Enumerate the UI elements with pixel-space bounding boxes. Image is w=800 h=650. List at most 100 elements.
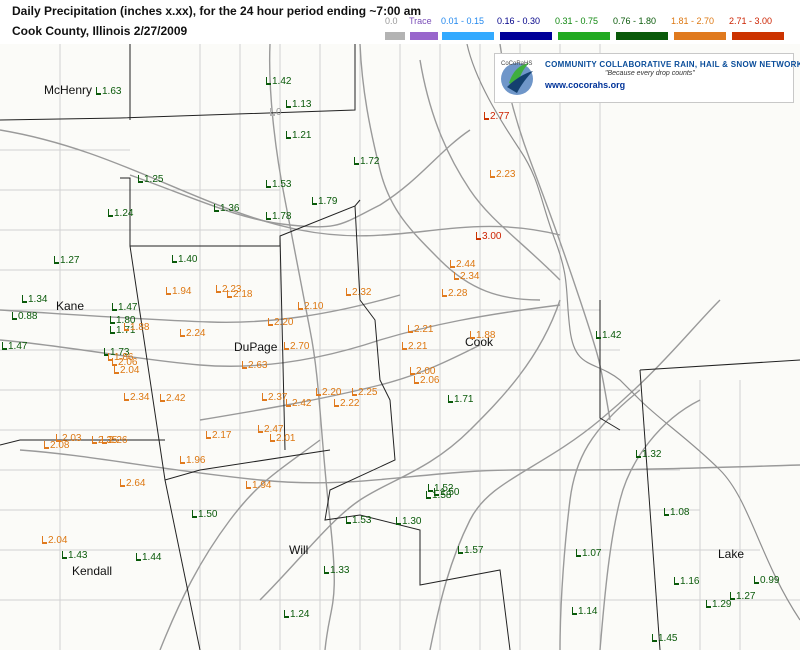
observation-marker[interactable]: 2.21 — [402, 342, 427, 352]
observation-marker[interactable]: 1.14 — [572, 607, 597, 617]
observation-marker[interactable]: 2.34 — [454, 272, 479, 282]
observation-marker[interactable]: 1.07 — [576, 549, 601, 559]
observation-marker[interactable]: 1.79 — [312, 197, 337, 207]
observation-marker[interactable]: 2.24 — [180, 329, 205, 339]
observation-marker[interactable]: 1.08 — [664, 508, 689, 518]
observation-marker[interactable]: 1.36 — [214, 204, 239, 214]
observation-marker[interactable]: 1.24 — [284, 610, 309, 620]
observation-marker[interactable]: 1.43 — [62, 551, 87, 561]
observation-marker[interactable]: 1.21 — [286, 131, 311, 141]
observation-marker[interactable]: 2.01 — [270, 434, 295, 444]
observation-marker[interactable]: 2.21 — [408, 325, 433, 335]
observation-marker[interactable]: 2.42 — [160, 394, 185, 404]
map-header: Daily Precipitation (inches x.xx), for t… — [0, 0, 800, 44]
rain-gauge-flag-icon — [192, 510, 197, 518]
observation-marker[interactable]: 2.10 — [298, 302, 323, 312]
observation-value: 1.32 — [642, 449, 662, 460]
observation-marker[interactable]: 1.53 — [346, 516, 371, 526]
observation-value: 2.10 — [304, 301, 324, 312]
observation-marker[interactable]: 1.96 — [180, 456, 205, 466]
observation-value: 1.24 — [114, 208, 134, 219]
observation-marker[interactable]: 2.18 — [227, 290, 252, 300]
observation-marker[interactable]: 2.20 — [268, 318, 293, 328]
observation-marker[interactable]: 1.88 — [124, 323, 149, 333]
observation-marker[interactable]: 1.45 — [652, 634, 677, 644]
observation-marker[interactable]: 0.88 — [12, 312, 37, 322]
observation-marker[interactable]: 1.47 — [112, 303, 137, 313]
observation-marker[interactable]: 2.08 — [44, 441, 69, 451]
observation-value: 1.88 — [130, 322, 150, 333]
observation-marker[interactable]: 2.37 — [262, 393, 287, 403]
observation-marker[interactable]: 1.33 — [324, 566, 349, 576]
observation-marker[interactable]: 1.88 — [470, 331, 495, 341]
observation-marker[interactable]: 2.63 — [242, 361, 267, 371]
observation-marker[interactable]: 1.42 — [596, 331, 621, 341]
legend-swatch — [732, 32, 784, 40]
observation-marker[interactable]: 2.04 — [114, 366, 139, 376]
observation-marker[interactable]: 2.17 — [206, 431, 231, 441]
observation-marker[interactable]: 1.94 — [166, 287, 191, 297]
observation-marker[interactable]: 2.06 — [414, 376, 439, 386]
observation-marker[interactable]: 2.70 — [284, 342, 309, 352]
observation-value: 2.04 — [48, 535, 68, 546]
observation-marker[interactable]: 2.77 — [484, 112, 509, 122]
rain-gauge-flag-icon — [458, 546, 463, 554]
observation-marker[interactable]: 2.42 — [286, 399, 311, 409]
rain-gauge-flag-icon — [284, 342, 289, 350]
observation-marker[interactable]: 2.44 — [450, 260, 475, 270]
rain-gauge-flag-icon — [172, 255, 177, 263]
observation-value: 2.22 — [340, 398, 360, 409]
observation-marker[interactable]: 1.63 — [96, 87, 121, 97]
observation-value: 1.14 — [578, 606, 598, 617]
observation-marker[interactable]: 2.28 — [442, 289, 467, 299]
observation-marker[interactable]: 2.26 — [102, 436, 127, 446]
observation-marker[interactable]: 2.04 — [42, 536, 67, 546]
observation-marker[interactable]: 1.30 — [396, 517, 421, 527]
observation-marker[interactable]: 1.16 — [674, 577, 699, 587]
observation-marker[interactable]: 1.71 — [448, 395, 473, 405]
observation-marker[interactable]: 1.13 — [286, 100, 311, 110]
rain-gauge-flag-icon — [62, 551, 67, 559]
observation-marker[interactable]: 1.78 — [266, 212, 291, 222]
observation-value: 2.06 — [420, 375, 440, 386]
observation-value: 1.16 — [680, 576, 700, 587]
observation-marker[interactable]: 1.50 — [192, 510, 217, 520]
observation-marker[interactable]: 2.20 — [316, 388, 341, 398]
observation-marker[interactable]: 1.40 — [172, 255, 197, 265]
rain-gauge-flag-icon — [426, 491, 431, 499]
observation-marker[interactable]: 1.94 — [246, 481, 271, 491]
observation-marker[interactable]: 1.57 — [458, 546, 483, 556]
legend-swatch — [385, 32, 405, 40]
observation-marker[interactable]: 1.27 — [54, 256, 79, 266]
observation-marker[interactable]: 1.58 — [426, 491, 451, 501]
observation-marker[interactable]: 2.64 — [120, 479, 145, 489]
observation-marker[interactable]: 1.47 — [2, 342, 27, 352]
observation-marker[interactable]: 2.32 — [346, 288, 371, 298]
observation-value: 1.47 — [118, 302, 138, 313]
observation-marker[interactable]: 1.44 — [136, 553, 161, 563]
observation-marker[interactable]: 1.25 — [138, 175, 163, 185]
rain-gauge-flag-icon — [266, 212, 271, 220]
observation-marker[interactable]: 2.34 — [124, 393, 149, 403]
observation-marker[interactable]: 1.32 — [636, 450, 661, 460]
observation-marker[interactable]: 2.22 — [334, 399, 359, 409]
observation-marker[interactable]: 3.00 — [476, 232, 501, 242]
rain-gauge-flag-icon — [216, 285, 221, 293]
logo-network-name: COMMUNITY COLLABORATIVE RAIN, HAIL & SNO… — [545, 60, 800, 69]
logo-tagline: "Because every drop counts" — [605, 70, 695, 77]
logo-url-link[interactable]: www.cocorahs.org — [545, 80, 625, 90]
observation-marker[interactable]: 0 — [270, 108, 282, 118]
rain-gauge-flag-icon — [246, 481, 251, 489]
observation-marker[interactable]: 0.99 — [754, 576, 779, 586]
observation-marker[interactable]: 1.34 — [22, 295, 47, 305]
rain-gauge-flag-icon — [206, 431, 211, 439]
observation-marker[interactable]: 2.23 — [490, 170, 515, 180]
observation-marker[interactable]: 1.72 — [354, 157, 379, 167]
observation-marker[interactable]: 1.42 — [266, 77, 291, 87]
observation-marker[interactable]: 1.27 — [730, 592, 755, 602]
observation-marker[interactable]: 1.29 — [706, 600, 731, 610]
cocorahs-logo[interactable]: CoCoRaHS COMMUNITY COLLABORATIVE RAIN, H… — [494, 53, 800, 103]
observation-marker[interactable]: 2.25 — [352, 388, 377, 398]
observation-marker[interactable]: 1.53 — [266, 180, 291, 190]
observation-marker[interactable]: 1.24 — [108, 209, 133, 219]
